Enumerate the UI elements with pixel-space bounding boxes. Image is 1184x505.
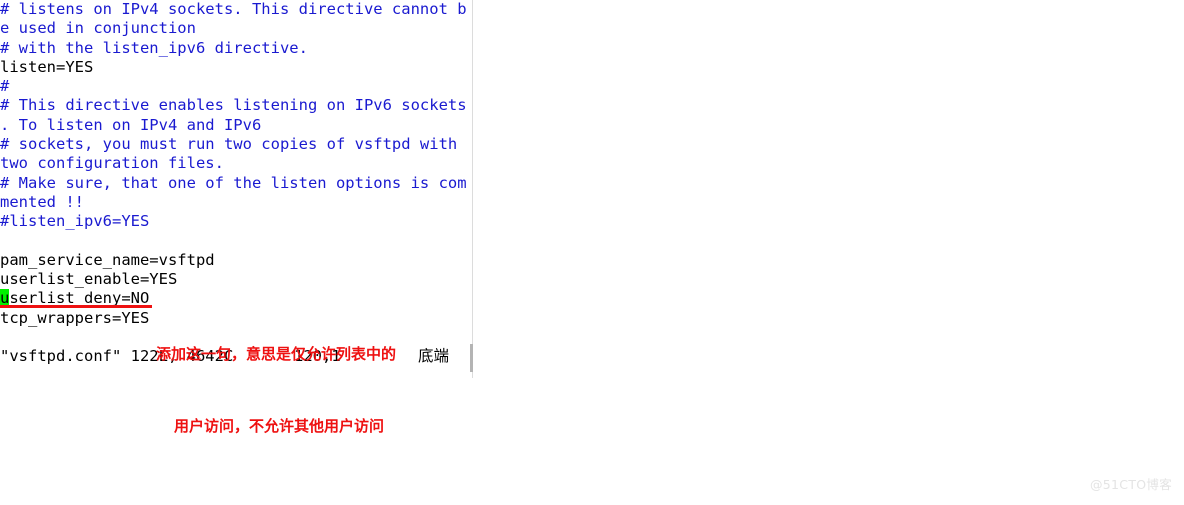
editor-text-buffer[interactable]: # listens on IPv4 sockets. This directiv… — [0, 0, 473, 328]
buffer-line: # sockets, you must run two copies of vs… — [0, 135, 458, 154]
buffer-line-blank — [0, 232, 473, 251]
buffer-line: # — [0, 77, 10, 96]
buffer-line-pam-service-name: pam_service_name=vsftpd — [0, 250, 215, 269]
site-watermark: @51CTO博客 — [1089, 477, 1172, 492]
annotation-note-line-2: 用户访问，不允许其他用户访问 — [174, 417, 385, 435]
buffer-line: # This directive enables listening on IP… — [0, 96, 467, 115]
buffer-line: mented !! — [0, 192, 84, 211]
buffer-line: # with the listen_ipv6 directive. — [0, 38, 308, 57]
buffer-line: # listens on IPv4 sockets. This directiv… — [0, 0, 467, 18]
buffer-line: e used in conjunction — [0, 19, 196, 38]
buffer-line: . To listen on IPv4 and IPv6 — [0, 115, 262, 134]
annotation-underline — [0, 305, 152, 308]
buffer-line-listen: listen=YES — [0, 57, 94, 76]
buffer-line: #listen_ipv6=YES — [0, 212, 150, 231]
annotation-note-line-1: 添加这一句，意思是仅允许列表中的 — [156, 345, 397, 363]
annotation-note: 添加这一句，意思是仅允许列表中的 用户访问，不允许其他用户访问 — [156, 294, 476, 462]
buffer-line: # Make sure, that one of the listen opti… — [0, 173, 467, 192]
buffer-line-userlist-enable: userlist_enable=YES — [0, 270, 178, 289]
buffer-line: two configuration files. — [0, 154, 224, 173]
